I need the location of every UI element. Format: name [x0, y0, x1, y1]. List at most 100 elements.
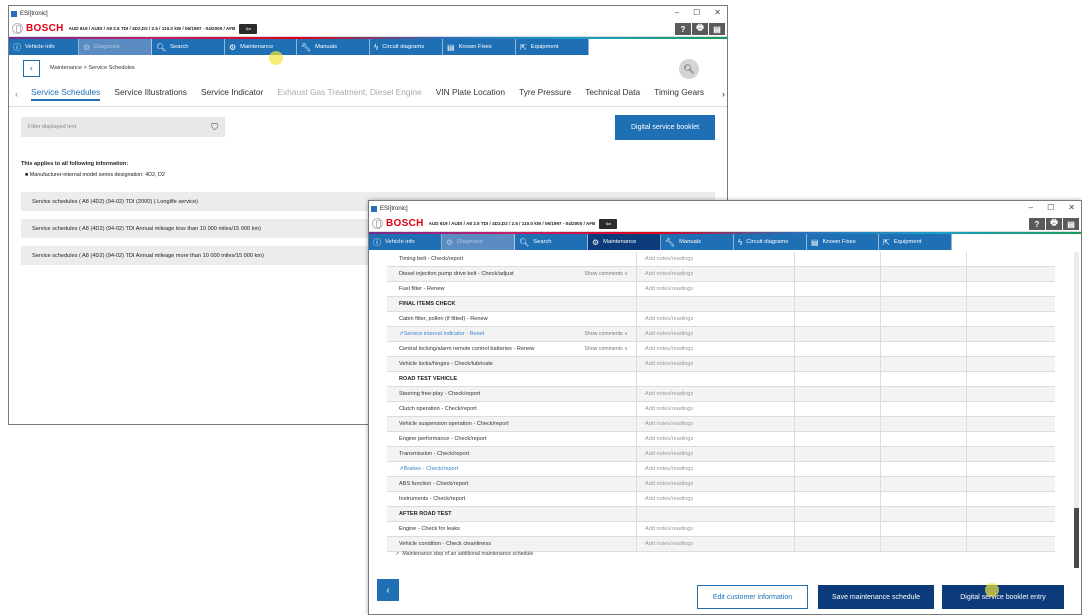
minimize-button[interactable]: – [1029, 203, 1033, 212]
result-cell[interactable] [967, 432, 1055, 446]
back-button[interactable]: ‹ [23, 59, 40, 77]
result-cell[interactable] [967, 492, 1055, 506]
nav-equipment[interactable]: ⇱ Equipment [879, 234, 952, 250]
notes-input[interactable]: Add notes/readings [637, 252, 795, 266]
nav-circuit-diagrams[interactable]: ϟ Circuit diagrams [370, 39, 443, 55]
tab-service-indicator[interactable]: Service Indicator [201, 87, 263, 100]
nav-manuals[interactable]: 🔧︎ Manuals [297, 39, 370, 55]
result-cell[interactable] [967, 447, 1055, 461]
result-cell[interactable] [881, 417, 967, 431]
notes-input[interactable]: Add notes/readings [637, 342, 795, 356]
result-cell[interactable] [881, 312, 967, 326]
result-cell[interactable] [795, 327, 881, 341]
result-cell[interactable] [881, 477, 967, 491]
result-cell[interactable] [795, 342, 881, 356]
result-cell[interactable] [967, 282, 1055, 296]
minimize-button[interactable]: – [675, 8, 679, 17]
notes-input[interactable]: Add notes/readings [637, 432, 795, 446]
menu-button[interactable]: ▤ [709, 23, 725, 35]
result-cell[interactable] [795, 432, 881, 446]
result-cell[interactable] [795, 462, 881, 476]
result-cell[interactable] [881, 522, 967, 536]
nav-diagnosis[interactable]: ⚙ Diagnosis [442, 234, 515, 250]
result-cell[interactable] [795, 282, 881, 296]
search-button[interactable]: 🔍︎ [679, 59, 699, 79]
filter-input[interactable]: Filter displayed text ⛉ [21, 117, 225, 137]
save-maintenance-schedule-button[interactable]: Save maintenance schedule [818, 585, 934, 609]
result-cell[interactable] [881, 402, 967, 416]
menu-button[interactable]: ▤ [1063, 218, 1079, 230]
result-cell[interactable] [881, 492, 967, 506]
nav-diagnosis[interactable]: ⚙ Diagnosis [79, 39, 152, 55]
result-cell[interactable] [795, 447, 881, 461]
result-cell[interactable] [967, 462, 1055, 476]
notes-input[interactable]: Add notes/readings [637, 462, 795, 476]
tab-vin-plate-location[interactable]: VIN Plate Location [436, 87, 505, 100]
result-cell[interactable] [967, 402, 1055, 416]
tab-service-schedules[interactable]: Service Schedules [31, 87, 101, 101]
nav-search[interactable]: 🔍︎ Search [152, 39, 225, 55]
task-cell[interactable]: ⇗ Brakes - Check/report [387, 462, 637, 476]
nav-search[interactable]: 🔍︎ Search [515, 234, 588, 250]
print-button[interactable]: 🖶 [1046, 218, 1062, 230]
back-button[interactable]: ‹ [377, 579, 399, 601]
help-button[interactable]: ? [675, 23, 691, 35]
result-cell[interactable] [881, 462, 967, 476]
digital-service-booklet-button[interactable]: Digital service booklet [615, 114, 715, 140]
result-cell[interactable] [967, 387, 1055, 401]
digital-service-booklet-entry-button[interactable]: Digital service booklet entry [942, 585, 1064, 609]
result-cell[interactable] [795, 387, 881, 401]
notes-input[interactable]: Add notes/readings [637, 282, 795, 296]
notes-input[interactable]: Add notes/readings [637, 402, 795, 416]
result-cell[interactable] [881, 327, 967, 341]
close-button[interactable]: ✕ [1068, 203, 1075, 212]
result-cell[interactable] [881, 387, 967, 401]
tab-timing-gears[interactable]: Timing Gears [654, 87, 704, 100]
result-cell[interactable] [881, 282, 967, 296]
vehicle-back-button[interactable]: ⇦ [599, 218, 618, 229]
help-button[interactable]: ? [1029, 218, 1045, 230]
result-cell[interactable] [795, 417, 881, 431]
result-cell[interactable] [881, 447, 967, 461]
result-cell[interactable] [795, 477, 881, 491]
nav-maintenance[interactable]: ⚙ Maintenance [225, 39, 297, 55]
result-cell[interactable] [795, 312, 881, 326]
result-cell[interactable] [967, 252, 1055, 266]
scrollbar[interactable] [1074, 252, 1079, 568]
tab-technical-data[interactable]: Technical Data [585, 87, 640, 100]
nav-maintenance[interactable]: ⚙ Maintenance [588, 234, 661, 250]
tab-scroll-right-icon[interactable]: › [722, 89, 725, 99]
result-cell[interactable] [881, 432, 967, 446]
print-button[interactable]: 🖶 [692, 23, 708, 35]
show-comments-toggle[interactable]: Show comments ∨ [584, 346, 628, 352]
tab-scroll-left-icon[interactable]: ‹ [15, 89, 31, 99]
notes-input[interactable]: Add notes/readings [637, 477, 795, 491]
notes-input[interactable]: Add notes/readings [637, 522, 795, 536]
result-cell[interactable] [795, 402, 881, 416]
result-cell[interactable] [795, 267, 881, 281]
result-cell[interactable] [881, 537, 967, 551]
nav-circuit-diagrams[interactable]: ϟ Circuit diagrams [734, 234, 807, 250]
notes-input[interactable]: Add notes/readings [637, 267, 795, 281]
nav-manuals[interactable]: 🔧︎ Manuals [661, 234, 734, 250]
result-cell[interactable] [967, 342, 1055, 356]
nav-known-fixes[interactable]: ▤ Known Fixes [807, 234, 879, 250]
notes-input[interactable]: Add notes/readings [637, 492, 795, 506]
result-cell[interactable] [967, 477, 1055, 491]
result-cell[interactable] [795, 492, 881, 506]
result-cell[interactable] [967, 312, 1055, 326]
maximize-button[interactable]: ☐ [693, 8, 700, 17]
result-cell[interactable] [881, 357, 967, 371]
notes-input[interactable]: Add notes/readings [637, 312, 795, 326]
result-cell[interactable] [795, 537, 881, 551]
result-cell[interactable] [967, 417, 1055, 431]
nav-equipment[interactable]: ⇱ Equipment [516, 39, 589, 55]
notes-input[interactable]: Add notes/readings [637, 327, 795, 341]
result-cell[interactable] [795, 252, 881, 266]
vehicle-back-button[interactable]: ⇦ [239, 23, 258, 34]
show-comments-toggle[interactable]: Show comments ∨ [584, 271, 628, 277]
nav-vehicle-info[interactable]: ⓘ Vehicle info [9, 39, 79, 55]
result-cell[interactable] [881, 342, 967, 356]
result-cell[interactable] [881, 267, 967, 281]
tab-service-illustrations[interactable]: Service Illustrations [114, 87, 187, 100]
